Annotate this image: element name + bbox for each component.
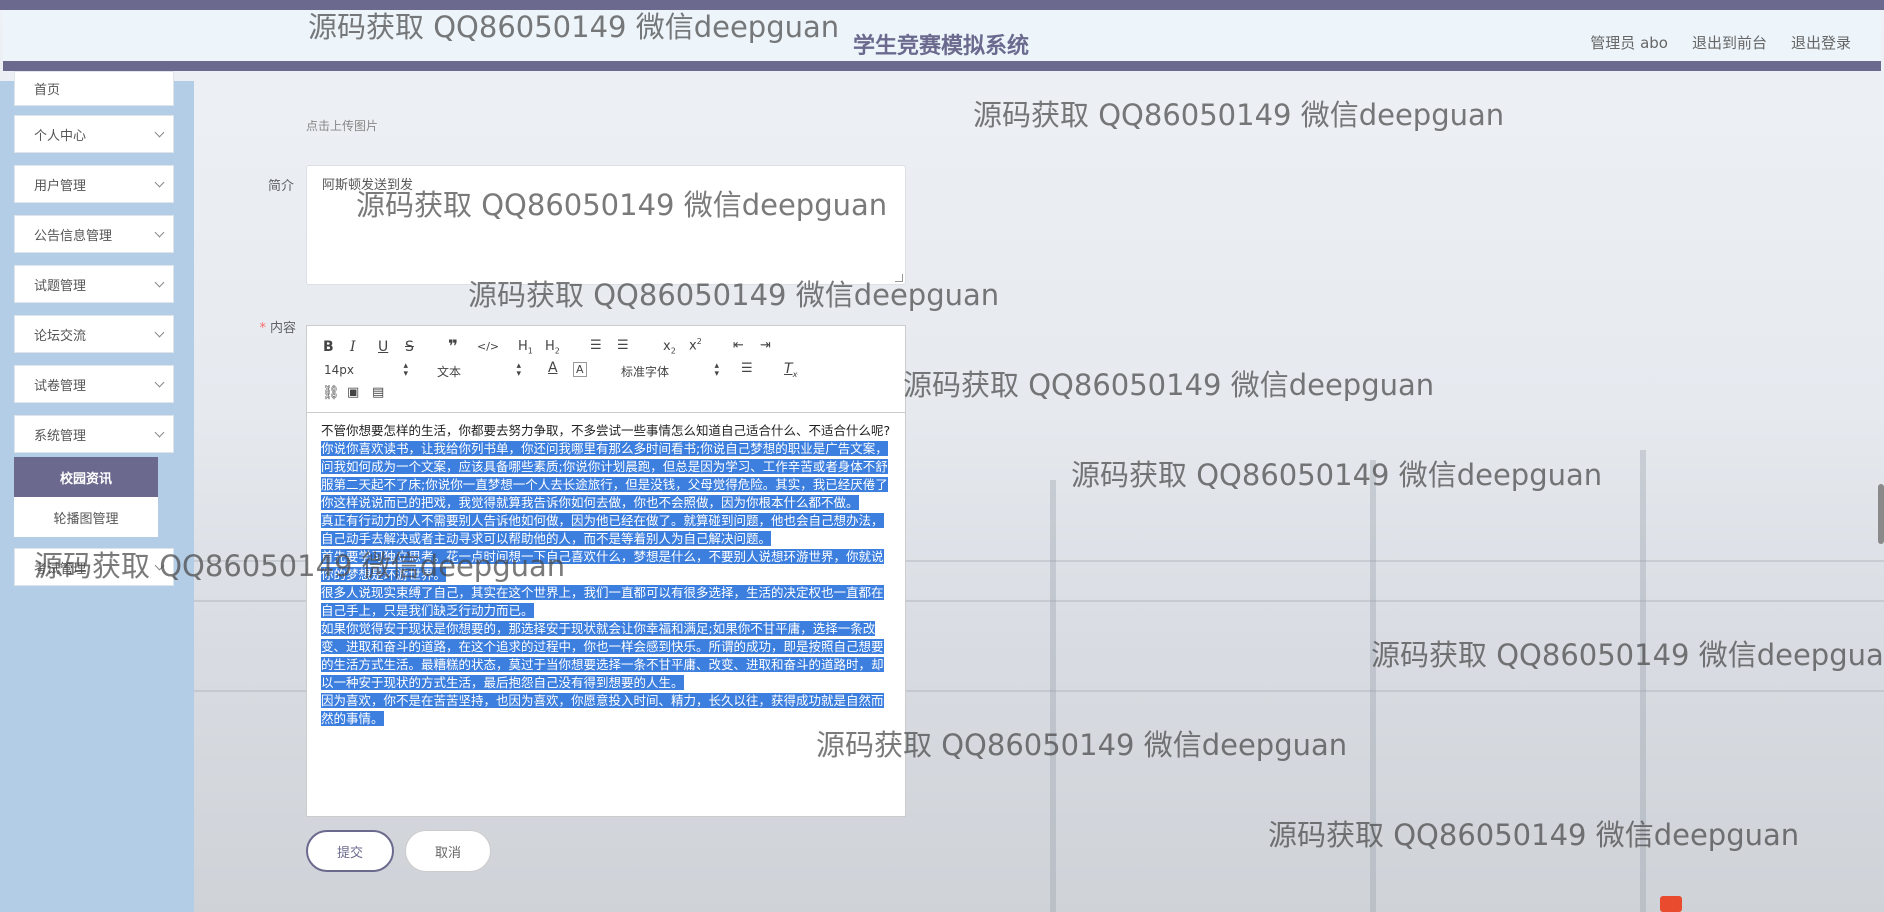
sidebar-subitem-campus-news[interactable]: 校园资讯 bbox=[14, 457, 158, 497]
sidebar-subitem-label: 轮播图管理 bbox=[53, 511, 119, 527]
font-family-value: 标准字体 bbox=[621, 365, 670, 379]
logout-link[interactable]: 退出登录 bbox=[1791, 32, 1851, 53]
editor-content[interactable]: 不管你想要怎样的生活，你都要去努力争取，不多尝试一些事情怎么知道自己适合什么、不… bbox=[307, 414, 905, 816]
input-method-icon[interactable] bbox=[1660, 896, 1682, 912]
blockquote-icon[interactable]: ❞ bbox=[448, 337, 458, 357]
sidebar-item-label: 个人中心 bbox=[34, 128, 87, 144]
chevron-down-icon bbox=[154, 427, 165, 437]
header-nav: 管理员 abo 退出到前台 退出登录 bbox=[1590, 32, 1851, 53]
sidebar-item-question-management[interactable]: 试题管理 bbox=[14, 265, 174, 303]
intro-label: 简介 bbox=[267, 179, 294, 194]
admin-user-link[interactable]: 管理员 abo bbox=[1590, 32, 1668, 53]
superscript-icon[interactable]: x2 bbox=[689, 337, 702, 353]
font-size-value: 14px bbox=[324, 363, 354, 377]
sidebar-item-label: 用户管理 bbox=[34, 178, 87, 194]
sidebar-item-forum[interactable]: 论坛交流 bbox=[14, 315, 174, 353]
content-label: * 内容 bbox=[250, 317, 296, 336]
upload-image-hint[interactable]: 点击上传图片 bbox=[306, 117, 378, 134]
sidebar-item-label: 公告信息管理 bbox=[34, 228, 113, 244]
outdent-icon[interactable]: ⇤ bbox=[733, 338, 744, 353]
subscript-icon[interactable]: x2 bbox=[663, 339, 676, 356]
submit-button[interactable]: 提交 bbox=[306, 830, 394, 872]
intro-textarea[interactable]: 阿斯顿发送到发 bbox=[306, 165, 906, 285]
sidebar: 首页 个人中心 用户管理 公告信息管理 试题管理 论坛交流 试卷管理 系统管理 … bbox=[0, 71, 194, 912]
editor-paragraph-selected: 首先要学习独立思考。花一点时间想一下自己喜欢什么，梦想是什么，不要别人说想环游世… bbox=[321, 549, 884, 582]
select-arrows-icon: ▴ ▾ bbox=[403, 361, 408, 379]
top-accent-strip bbox=[0, 0, 1884, 10]
sidebar-item-label: 论坛交流 bbox=[34, 328, 87, 344]
sidebar-subitem-carousel-management[interactable]: 轮播图管理 bbox=[14, 497, 158, 537]
underline-icon[interactable]: U bbox=[378, 339, 388, 355]
chevron-down-icon bbox=[154, 327, 165, 337]
chevron-down-icon bbox=[154, 277, 165, 287]
background-scene bbox=[0, 0, 1884, 912]
sidebar-item-notice-management[interactable]: 公告信息管理 bbox=[14, 215, 174, 253]
sidebar-item-home[interactable]: 首页 bbox=[14, 71, 174, 106]
intro-text: 阿斯顿发送到发 bbox=[322, 178, 414, 193]
system-tray bbox=[1660, 896, 1884, 912]
chevron-down-icon bbox=[154, 377, 165, 387]
cancel-button[interactable]: 取消 bbox=[405, 830, 491, 872]
sidebar-subitem-label: 校园资讯 bbox=[59, 471, 112, 487]
editor-paragraph: 不管你想要怎样的生活，你都要去努力争取，不多尝试一些事情怎么知道自己适合什么、不… bbox=[321, 423, 891, 438]
header-2-icon[interactable]: H2 bbox=[545, 339, 560, 356]
ordered-list-icon[interactable]: ☰ bbox=[590, 338, 602, 353]
sidebar-item-personal-center[interactable]: 个人中心 bbox=[14, 115, 174, 153]
strikethrough-icon[interactable]: S bbox=[405, 339, 414, 355]
rich-text-editor[interactable]: B I U S ❞ </> H1 H2 ☰ ☰ x2 x2 ⇤ ⇥ 14px ▴… bbox=[306, 325, 906, 817]
sidebar-item-exam-paper-management[interactable]: 试卷管理 bbox=[14, 365, 174, 403]
chevron-down-icon bbox=[154, 227, 165, 237]
editor-paragraph-selected: 你说你喜欢读书，让我给你列书单，你还问我哪里有那么多时间看书;你说自己梦想的职业… bbox=[321, 441, 888, 510]
background-color-icon[interactable]: A bbox=[573, 362, 587, 377]
image-icon[interactable]: ▣ bbox=[347, 385, 359, 400]
paragraph-value: 文本 bbox=[437, 365, 462, 379]
resize-handle-icon[interactable] bbox=[895, 274, 903, 282]
exit-to-frontend-link[interactable]: 退出到前台 bbox=[1692, 32, 1767, 53]
select-arrows-icon: ▴ ▾ bbox=[714, 361, 719, 379]
chevron-down-icon bbox=[154, 177, 165, 187]
video-icon[interactable]: ▤ bbox=[372, 385, 384, 400]
align-icon[interactable]: ☰ bbox=[741, 361, 753, 376]
bullet-list-icon[interactable]: ☰ bbox=[617, 338, 629, 353]
font-family-select[interactable]: 标准字体 ▴ ▾ bbox=[621, 361, 719, 380]
app-header: 学生竞赛模拟系统 管理员 abo 退出到前台 退出登录 bbox=[3, 10, 1881, 71]
link-icon[interactable]: ⛓ bbox=[322, 385, 340, 401]
sidebar-item-label: 试题管理 bbox=[34, 278, 87, 294]
editor-paragraph-selected: 真正有行动力的人不需要别人告诉他如何做，因为他已经在做了。就算碰到问题，他也会自… bbox=[321, 513, 884, 546]
select-arrows-icon: ▴ ▾ bbox=[516, 361, 521, 379]
chevron-down-icon bbox=[154, 127, 165, 137]
editor-toolbar: B I U S ❞ </> H1 H2 ☰ ☰ x2 x2 ⇤ ⇥ 14px ▴… bbox=[307, 326, 905, 413]
code-block-icon[interactable]: </> bbox=[477, 340, 499, 353]
font-color-icon[interactable]: A bbox=[548, 360, 558, 376]
page-scrollbar-thumb[interactable] bbox=[1878, 484, 1884, 544]
bold-icon[interactable]: B bbox=[323, 339, 334, 355]
chevron-down-icon bbox=[154, 560, 165, 570]
sidebar-item-exam-management[interactable]: 考试管理 bbox=[14, 548, 174, 586]
font-size-select[interactable]: 14px ▴ ▾ bbox=[324, 361, 408, 379]
sidebar-item-label: 首页 bbox=[34, 83, 61, 98]
editor-paragraph-selected: 如果你觉得安于现状是你想要的，那选择安于现状就会让你幸福和满足;如果你不甘平庸，… bbox=[321, 621, 884, 690]
editor-paragraph-selected: 因为喜欢，你不是在苦苦坚持，也因为喜欢，你愿意投入时间、精力，长久以往，获得成功… bbox=[321, 693, 884, 726]
clear-format-icon[interactable]: Tx bbox=[784, 361, 797, 379]
indent-icon[interactable]: ⇥ bbox=[760, 338, 771, 353]
app-title: 学生竞赛模拟系统 bbox=[853, 34, 1030, 59]
header-1-icon[interactable]: H1 bbox=[518, 339, 533, 356]
required-mark: * bbox=[259, 321, 266, 336]
paragraph-select[interactable]: 文本 ▴ ▾ bbox=[437, 361, 521, 380]
editor-paragraph-selected: 很多人说现实束缚了自己，其实在这个世界上，我们一直都可以有很多选择，生活的决定权… bbox=[321, 585, 884, 618]
sidebar-item-label: 试卷管理 bbox=[34, 378, 87, 394]
sidebar-item-label: 考试管理 bbox=[34, 561, 87, 577]
content-label-text: 内容 bbox=[269, 321, 296, 336]
italic-icon[interactable]: I bbox=[350, 339, 356, 355]
sidebar-item-system-management[interactable]: 系统管理 bbox=[14, 415, 174, 453]
sidebar-item-user-management[interactable]: 用户管理 bbox=[14, 165, 174, 203]
sidebar-item-label: 系统管理 bbox=[34, 428, 87, 444]
